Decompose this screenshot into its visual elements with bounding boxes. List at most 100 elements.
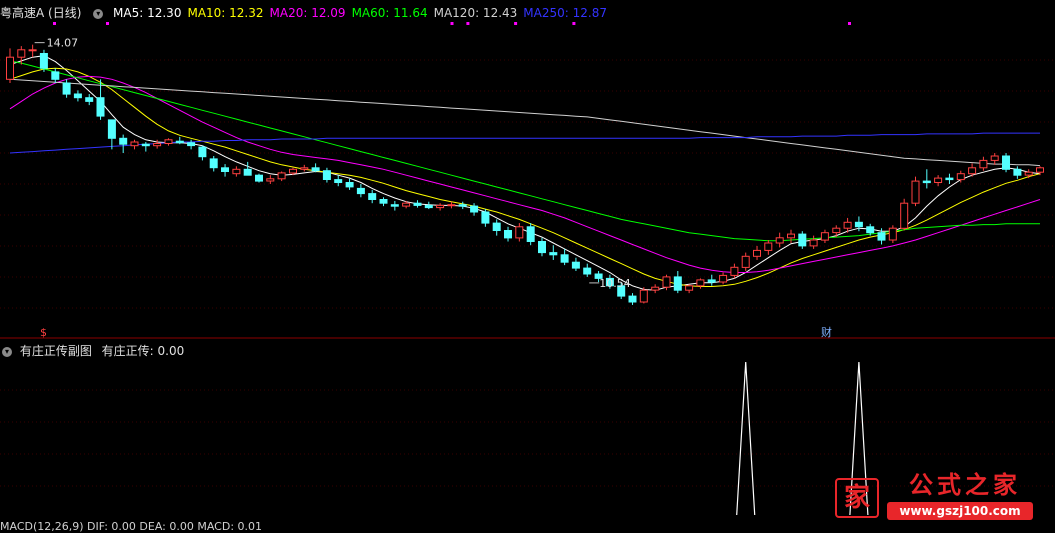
ma-legend-item: MA20: 12.09: [269, 6, 346, 20]
ma-legend-item: MA250: 12.87: [523, 6, 607, 20]
ma-legend-item: MA5: 12.30: [113, 6, 182, 20]
sub-collapse-icon[interactable]: ▾: [2, 346, 12, 357]
top-marker: [848, 22, 851, 25]
candle-up: [277, 172, 286, 180]
collapse-icon[interactable]: ▾: [93, 8, 104, 19]
candle-up: [639, 289, 648, 303]
main-chart-header: 粤高速A (日线) ▾ MA5: 12.30 MA10: 12.32 MA20: 1…: [0, 4, 619, 22]
candle-down: [628, 295, 637, 303]
candle-down: [673, 276, 682, 291]
candle-down: [107, 119, 116, 139]
brand-watermark: 家 公式之家 www.gszj100.com: [819, 471, 1049, 524]
brand-name: 公式之家: [909, 471, 1021, 499]
candle-down: [356, 187, 365, 195]
top-marker: [466, 22, 470, 25]
candle-up: [1024, 171, 1033, 176]
candle-down: [243, 168, 252, 176]
candle-up: [956, 173, 965, 181]
candle-down: [481, 211, 490, 224]
candle-up: [968, 167, 977, 175]
ma-legend: MA5: 12.30 MA10: 12.32 MA20: 12.09 MA60: 11…: [113, 6, 613, 20]
candle-down: [549, 252, 558, 256]
candle-up: [888, 227, 897, 241]
sub-indicator-spike: [736, 361, 756, 516]
candle-up: [130, 141, 139, 147]
candle-down: [504, 230, 512, 239]
stock-title: 粤高速A (日线): [0, 6, 82, 20]
candle-down: [311, 167, 320, 172]
candle-down: [538, 241, 546, 254]
candle-down: [379, 199, 388, 204]
candle-down: [470, 205, 479, 213]
candle-up: [232, 168, 241, 175]
candle-up: [289, 168, 297, 174]
candle-up: [809, 239, 818, 247]
sub-chart-header: ▾ 有庄正传副图 有庄正传: 0.00: [0, 342, 184, 359]
candle-up: [6, 56, 14, 80]
candle-up: [515, 226, 524, 239]
candle-down: [413, 202, 422, 206]
event-marker: $: [40, 326, 47, 339]
candle-up: [843, 221, 852, 229]
candle-up: [17, 49, 26, 58]
macd-header: MACD(12,26,9) DIF: 0.00 DEA: 0.00 MACD: …: [0, 520, 262, 533]
candle-down: [945, 177, 954, 181]
candle-down: [322, 170, 331, 180]
candle-down: [85, 97, 94, 102]
candle-down: [368, 193, 377, 201]
top-marker: [514, 22, 518, 25]
chart-canvas[interactable]: 14.07 10.54 财 $: [0, 0, 1055, 528]
candle-down: [866, 226, 875, 234]
candle-up: [979, 159, 988, 169]
brand-url: www.gszj100.com: [887, 502, 1033, 520]
candle-down: [390, 204, 399, 207]
candle-up: [696, 279, 705, 287]
candle-down: [583, 267, 592, 275]
candle-down: [119, 137, 128, 145]
ma-line-ma10: [9, 67, 1041, 287]
candle-up: [764, 242, 773, 251]
candle-up: [719, 274, 728, 283]
candle-up: [402, 202, 411, 207]
candle-up: [753, 249, 761, 257]
candle-down: [798, 233, 807, 247]
candle-down: [1002, 155, 1010, 170]
candle-down: [877, 232, 886, 241]
candle-down: [255, 174, 263, 182]
candle-down: [922, 180, 931, 184]
ma-legend-item: MA60: 11.64: [351, 6, 428, 20]
candle-up: [832, 227, 841, 234]
candle-down: [458, 204, 467, 207]
candle-down: [51, 71, 60, 80]
candle-up: [685, 285, 694, 291]
top-marker: [450, 22, 454, 25]
candle-down: [96, 97, 105, 117]
candle-up: [775, 237, 784, 244]
ma-legend-item: MA10: 12.32: [187, 6, 264, 20]
candle-up: [436, 204, 445, 209]
candle-down: [198, 146, 207, 158]
candle-up: [787, 233, 795, 239]
candle-down: [1013, 168, 1022, 176]
candle-down: [141, 143, 150, 147]
sub-panel-title: 有庄正传副图: [19, 344, 92, 358]
candle-up: [266, 178, 275, 182]
macd-text: MACD(12,26,9) DIF: 0.00 DEA: 0.00 MACD: …: [0, 520, 263, 533]
candle-up: [164, 139, 173, 145]
candle-up: [990, 155, 999, 161]
candle-up: [447, 204, 456, 207]
candle-up: [730, 266, 739, 276]
sub-indicator-value: 有庄正传: 0.00: [101, 344, 185, 358]
candle-up: [741, 255, 750, 268]
candle-down: [73, 93, 82, 99]
candle-down: [424, 204, 433, 209]
ma-line-ma20: [9, 75, 1041, 273]
chart-stage: 14.07 10.54 财 $: [0, 0, 1055, 528]
brand-logo: 家: [835, 478, 879, 518]
candle-down: [39, 53, 48, 69]
ma-line-ma60: [9, 60, 1040, 242]
low-label: 10.54: [599, 277, 631, 290]
candle-down: [560, 254, 569, 263]
candle-up: [662, 276, 671, 288]
candle-up: [911, 180, 920, 204]
